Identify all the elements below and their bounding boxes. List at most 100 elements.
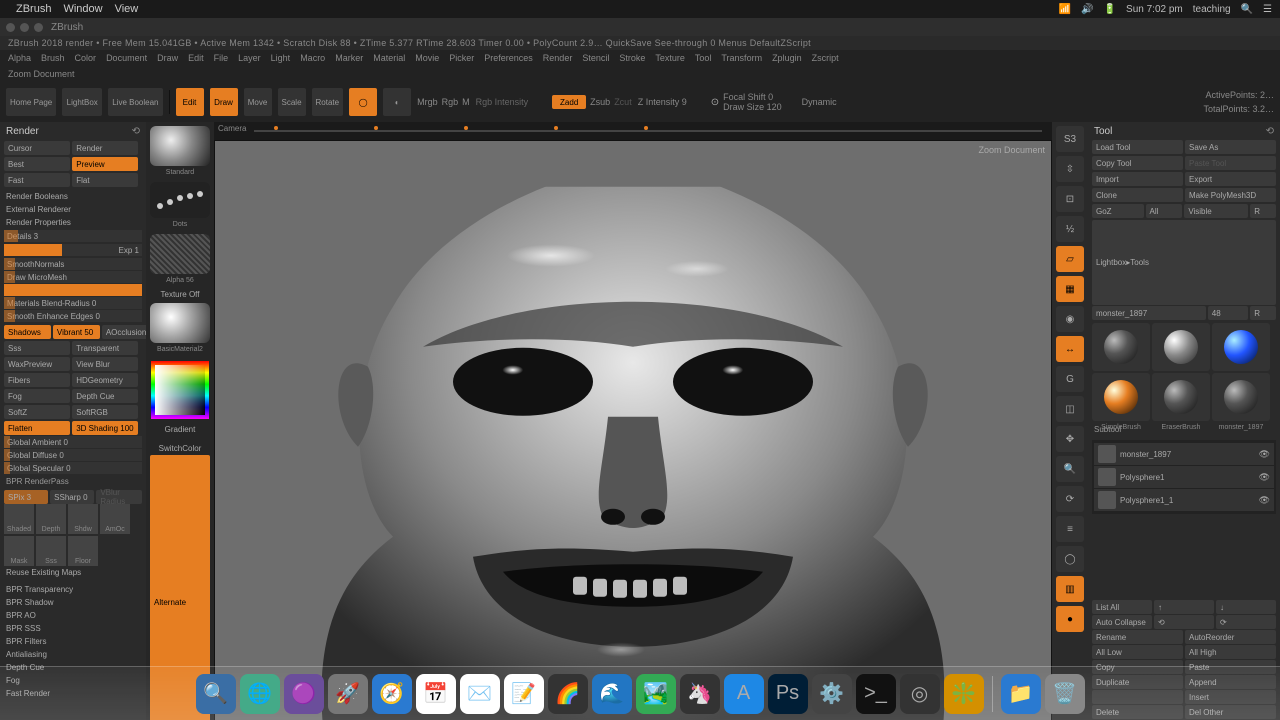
menu-marker[interactable]: Marker (335, 53, 363, 63)
dock-app-6[interactable]: ✉️ (460, 674, 500, 714)
render-prop-materials-blend-radius-0[interactable]: Materials Blend-Radius 0 (4, 297, 142, 309)
dock-app-13[interactable]: Ps (768, 674, 808, 714)
tool-thumb-monster_1897[interactable]: monster_1897 (1212, 373, 1270, 421)
pass-shdw[interactable]: Shdw (68, 504, 98, 534)
cursor-button[interactable]: Cursor (4, 141, 70, 155)
menu-zscript[interactable]: Zscript (812, 53, 839, 63)
pass-floor[interactable]: Floor (68, 536, 98, 566)
stroke-swatch[interactable]: Dots (150, 182, 210, 218)
action-rename[interactable]: Rename (1092, 630, 1183, 644)
menu-alpha[interactable]: Alpha (8, 53, 31, 63)
tool-thumb-monster_1892[interactable]: monster_1892 (1092, 323, 1150, 371)
dock-app-9[interactable]: 🌊 (592, 674, 632, 714)
fast-render-button[interactable]: Fast (4, 173, 70, 187)
menu-picker[interactable]: Picker (449, 53, 474, 63)
menu-render[interactable]: Render (543, 53, 573, 63)
reuse-maps-button[interactable]: Reuse Existing Maps (4, 566, 142, 579)
spix-button[interactable]: SPix 3 (4, 490, 48, 504)
window-close-icon[interactable] (6, 23, 15, 32)
action-⟳[interactable]: ⟳ (1216, 615, 1276, 629)
draw-mode-button[interactable]: Draw (210, 88, 238, 116)
slider-global-specular-0[interactable]: Global Specular 0 (4, 462, 142, 474)
dock-app-3[interactable]: 🚀 (328, 674, 368, 714)
menu-color[interactable]: Color (75, 53, 97, 63)
sound-icon[interactable]: 🔊 (1081, 4, 1093, 15)
btn-softz[interactable]: SoftZ (4, 405, 70, 419)
render-tab-button[interactable]: Render (72, 141, 138, 155)
menu-layer[interactable]: Layer (238, 53, 261, 63)
dock-app-7[interactable]: 📝 (504, 674, 544, 714)
rotate-mode-button[interactable]: Rotate (312, 88, 344, 116)
dock-app-15[interactable]: >_ (856, 674, 896, 714)
rail-local[interactable]: ◉ (1056, 306, 1084, 332)
z-intensity-slider[interactable]: Z Intensity 9 (638, 97, 687, 107)
viewport-canvas[interactable]: Zoom Document (214, 140, 1052, 720)
rail-lsym[interactable]: ↔ (1056, 336, 1084, 362)
action-⟲[interactable]: ⟲ (1154, 615, 1214, 629)
goz-all-button[interactable]: All (1146, 204, 1183, 218)
rail-scroll[interactable]: ⇳ (1056, 156, 1084, 182)
btn-flatten[interactable]: Flatten (4, 421, 70, 435)
menu-tool[interactable]: Tool (695, 53, 712, 63)
section-bpr-ao[interactable]: BPR AO (4, 609, 142, 622)
render-prop-draw-noisemaker3d[interactable]: Draw NoiseMaker3D (4, 284, 142, 296)
current-tool-r[interactable]: R (1250, 306, 1276, 320)
menu-view[interactable]: View (115, 3, 139, 15)
dock-app-11[interactable]: 🦄 (680, 674, 720, 714)
wifi-icon[interactable]: 📶 (1059, 4, 1071, 15)
btn-transparent[interactable]: Transparent (72, 341, 138, 355)
render-prop-smooth-enhance-edges-0[interactable]: Smooth Enhance Edges 0 (4, 310, 142, 322)
load-tool-button[interactable]: Load Tool (1092, 140, 1183, 154)
action-autoreorder[interactable]: AutoReorder (1185, 630, 1276, 644)
window-zoom-icon[interactable] (34, 23, 43, 32)
render-prop-smoothnormals[interactable]: SmoothNormals (4, 258, 142, 270)
btn-3d-shading-100[interactable]: 3D Shading 100 (72, 421, 138, 435)
tool-thumb-eraserbrush[interactable]: EraserBrush (1152, 373, 1210, 421)
panel-gear-icon[interactable]: ⟲ (1266, 126, 1274, 137)
menu-draw[interactable]: Draw (157, 53, 178, 63)
clone-button[interactable]: Clone (1092, 188, 1183, 202)
pass-amoc[interactable]: AmOc (100, 504, 130, 534)
copy-tool-button[interactable]: Copy Tool (1092, 156, 1183, 170)
home-page-button[interactable]: Home Page (6, 88, 56, 116)
edit-mode-button[interactable]: Edit (176, 88, 204, 116)
move-mode-button[interactable]: Move (244, 88, 272, 116)
zcut-button[interactable]: Zcut (614, 97, 632, 107)
dock-app-19[interactable]: 🗑️ (1045, 674, 1085, 714)
notification-icon[interactable]: ☰ (1263, 4, 1272, 15)
spotlight-icon[interactable]: 🔍 (1241, 4, 1253, 15)
ao-button[interactable]: AOcclusion (102, 325, 150, 339)
rail-spix-3[interactable]: S3 (1056, 126, 1084, 152)
menu-macro[interactable]: Macro (300, 53, 325, 63)
rail-frame[interactable]: ◫ (1056, 396, 1084, 422)
section-external-renderer[interactable]: External Renderer (4, 203, 142, 216)
paste-tool-button[interactable]: Paste Tool (1185, 156, 1276, 170)
tool-thumb-spherebrush[interactable]: SphereBrush (1152, 323, 1210, 371)
menu-movie[interactable]: Movie (415, 53, 439, 63)
timeline[interactable]: Camera (214, 122, 1052, 140)
scale-mode-button[interactable]: Scale (278, 88, 306, 116)
menu-preferences[interactable]: Preferences (484, 53, 533, 63)
dock-app-18[interactable]: 📁 (1001, 674, 1041, 714)
rail-move[interactable]: ✥ (1056, 426, 1084, 452)
rail-gr/z[interactable]: G (1056, 366, 1084, 392)
mrgb-button[interactable]: Mrgb (417, 97, 438, 107)
focal-shift-slider[interactable]: Focal Shift 0 (723, 92, 782, 102)
btn-depth-cue[interactable]: Depth Cue (72, 389, 138, 403)
menu-stencil[interactable]: Stencil (582, 53, 609, 63)
lightbox-tools-button[interactable]: Lightbox▸Tools (1092, 220, 1276, 305)
current-tool-name[interactable]: monster_1897 (1092, 306, 1206, 320)
action-auto-collapse[interactable]: Auto Collapse (1092, 615, 1152, 629)
export-button[interactable]: Export (1185, 172, 1276, 186)
pass-sss[interactable]: Sss (36, 536, 66, 566)
clock-text[interactable]: Sun 7:02 pm (1126, 4, 1183, 15)
menu-edit[interactable]: Edit (188, 53, 204, 63)
texture-label[interactable]: Texture Off (148, 288, 212, 301)
section-bpr-transparency[interactable]: BPR Transparency (4, 583, 142, 596)
tool-thumb-simplebrush[interactable]: SimpleBrush (1092, 373, 1150, 421)
menu-document[interactable]: Document (106, 53, 147, 63)
dock-app-16[interactable]: ◎ (900, 674, 940, 714)
action-all-low[interactable]: All Low (1092, 645, 1183, 659)
btn-fibers[interactable]: Fibers (4, 373, 70, 387)
rgb-button[interactable]: Rgb (442, 97, 459, 107)
